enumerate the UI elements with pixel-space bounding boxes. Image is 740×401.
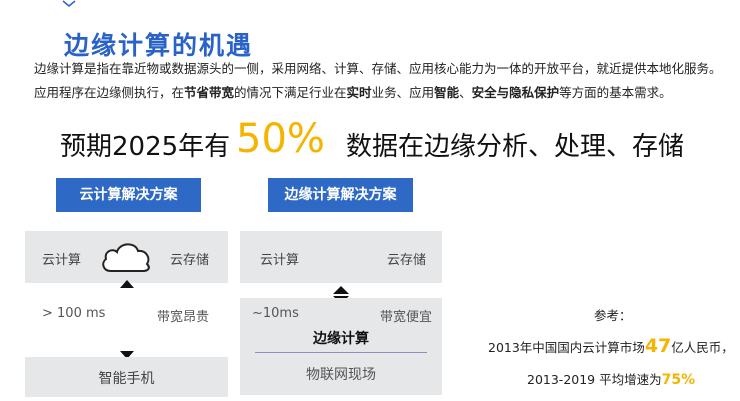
reference-line-1: 2013年中国国内云计算市场47亿人民币，	[488, 335, 734, 357]
headline: 预期2025年有 50% 数据在边缘分析、处理、存储	[0, 116, 740, 164]
edge-compute-label: 边缘计算	[313, 331, 369, 347]
edge-bandwidth: 带宽便宜	[380, 310, 433, 325]
chevron-down-icon	[62, 0, 76, 7]
cloud-panel: 云计算 云存储	[25, 231, 228, 283]
arrow-up-icon	[333, 286, 349, 294]
arrow-up-icon	[120, 280, 134, 288]
page-title: 边缘计算的机遇	[64, 31, 254, 60]
headline-right: 数据在边缘分析、处理、存储	[346, 132, 685, 162]
cloud-latency-row: > 100 ms 带宽昂贵	[25, 288, 228, 346]
edge-cloud-compute-label: 云计算	[260, 253, 300, 268]
edge-panel: ~10ms 带宽便宜 边缘计算 物联网现场	[240, 298, 442, 395]
intro-line-2: 应用程序在边缘侧执行，在节省带宽的情况下满足行业在实时业务、应用智能、安全与隐私…	[34, 85, 672, 100]
edge-cloud-panel: 云计算 云存储	[240, 231, 442, 283]
edge-latency: ~10ms	[252, 306, 299, 321]
reference-title: 参考：	[594, 308, 632, 323]
device-label: 智能手机	[98, 371, 155, 387]
edge-cloud-storage-label: 云存储	[387, 253, 427, 268]
cloud-bandwidth: 带宽昂贵	[157, 310, 210, 325]
edge-solution-button[interactable]: 边缘计算解决方案	[268, 178, 413, 212]
headline-left: 预期2025年有	[60, 132, 231, 162]
cloud-compute-label: 云计算	[42, 253, 82, 268]
device-panel: 智能手机	[25, 357, 228, 397]
reference-line-2: 2013-2019 平均增速为75%	[527, 372, 696, 388]
divider	[255, 352, 427, 353]
cloud-solution-button[interactable]: 云计算解决方案	[56, 178, 201, 212]
cloud-storage-label: 云存储	[170, 253, 210, 268]
headline-percent: 50%	[236, 116, 325, 162]
cloud-icon	[102, 243, 150, 272]
intro-line-1: 边缘计算是指在靠近物或数据源头的一侧，采用网络、计算、存储、应用核心能力为一体的…	[34, 61, 722, 76]
cloud-latency: > 100 ms	[42, 306, 106, 321]
iot-label: 物联网现场	[306, 367, 376, 383]
